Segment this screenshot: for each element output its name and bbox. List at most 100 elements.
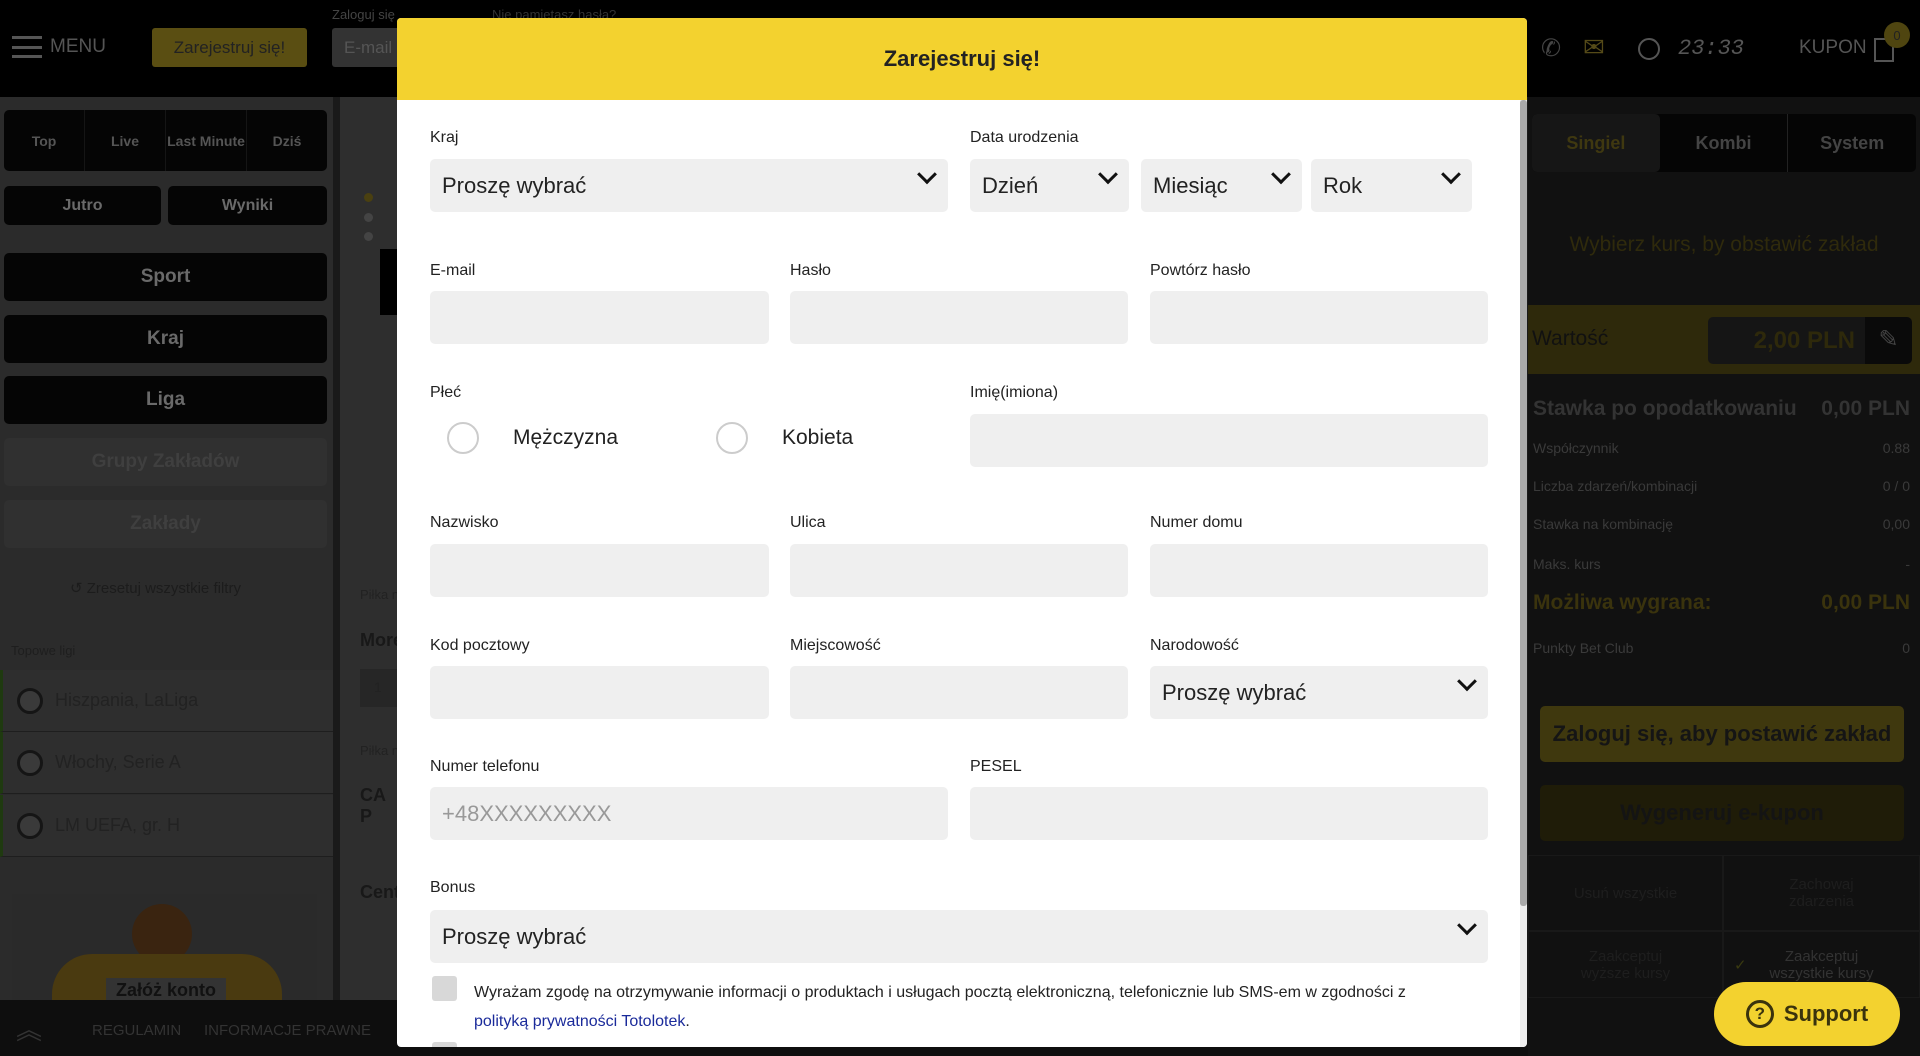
city-input[interactable] — [790, 666, 1128, 719]
privacy-policy-link[interactable]: polityką prywatności Totolotek — [474, 1013, 685, 1030]
possible-win-label: Możliwa wygrana: — [1533, 591, 1712, 614]
football-icon — [17, 749, 43, 776]
menu-icon[interactable] — [12, 36, 42, 58]
promo-banner[interactable]: Załóż konto — [12, 894, 317, 1003]
country-value: Proszę wybrać — [442, 172, 587, 198]
edit-stake-icon[interactable]: ✎ — [1865, 317, 1912, 364]
birth-day-value: Dzień — [982, 172, 1039, 198]
footer-link-legal[interactable]: INFORMACJE PRAWNE — [204, 1022, 371, 1039]
summary-row: Stawka na kombinację 0,00 — [1533, 516, 1910, 532]
filter-sport[interactable]: Sport — [4, 253, 327, 301]
last-name-input[interactable] — [430, 544, 769, 597]
odd-button[interactable]: 1 — [360, 669, 400, 707]
email-label: E-mail — [430, 262, 476, 279]
modal-scrollbar-thumb[interactable] — [1520, 100, 1527, 906]
nationality-select[interactable]: Proszę wybrać — [1150, 666, 1488, 719]
filter-country[interactable]: Kraj — [4, 315, 327, 363]
clock-time: 23:33 — [1678, 36, 1745, 61]
row-label: Stawka na kombinację — [1533, 516, 1674, 532]
keep-events-label: Zachowaj zdarzenia — [1788, 876, 1855, 910]
accept-all-label: Zaakceptuj wszystkie kursy — [1769, 947, 1874, 982]
first-name-input[interactable] — [970, 414, 1488, 467]
support-button[interactable]: ? Support — [1714, 982, 1900, 1046]
pesel-input[interactable] — [970, 787, 1488, 840]
tab-combi[interactable]: Kombi — [1660, 114, 1789, 172]
tab-live[interactable]: Live — [85, 110, 166, 171]
tab-system[interactable]: System — [1788, 114, 1916, 172]
phone-input[interactable]: +48XXXXXXXXX — [430, 787, 948, 840]
football-icon — [17, 687, 43, 714]
country-label: Kraj — [430, 129, 459, 146]
results-button[interactable]: Wyniki — [168, 186, 327, 225]
consent-checkbox[interactable] — [432, 976, 457, 1001]
password-repeat-input[interactable] — [1150, 291, 1488, 344]
chevron-down-icon — [1457, 671, 1477, 692]
sport-label: Piłka n — [360, 587, 400, 602]
second-consent-checkbox[interactable] — [432, 1042, 457, 1047]
sidebar-tabs: Top Live Last Minute Dziś — [4, 110, 327, 171]
accept-higher-odds-option[interactable]: Zaakceptuj wyższe kursy — [1528, 931, 1723, 998]
stake-input[interactable]: 2,00 PLN — [1708, 317, 1865, 364]
gender-female-label[interactable]: Kobieta — [782, 426, 853, 450]
event-name[interactable]: CA P — [360, 785, 400, 827]
reset-filters-link[interactable]: ↺ Zresetuj wszystkie filtry — [70, 579, 241, 597]
city-label: Miejscowość — [790, 637, 881, 654]
country-select[interactable]: Proszę wybrać — [430, 159, 948, 212]
email-input[interactable] — [430, 291, 769, 344]
street-label: Ulica — [790, 514, 826, 531]
birth-year-select[interactable]: Rok — [1311, 159, 1472, 212]
gender-male-radio[interactable] — [447, 422, 479, 454]
house-number-input[interactable] — [1150, 544, 1488, 597]
row-label: Maks. kurs — [1533, 556, 1601, 572]
row-label: Współczynnik — [1533, 440, 1619, 456]
summary-row: Współczynnik 0.88 — [1533, 440, 1910, 456]
filter-bets[interactable]: Zakłady — [4, 500, 327, 548]
tomorrow-button[interactable]: Jutro — [4, 186, 161, 225]
row-value: - — [1905, 556, 1910, 572]
stake-after-tax-label: Stawka po opodatkowaniu — [1533, 397, 1797, 420]
events-column: Piłka n More 1 Piłka n CA P Cent — [340, 97, 403, 1000]
clock-icon — [1638, 38, 1660, 60]
carousel-dot[interactable] — [364, 193, 373, 202]
phone-label: Numer telefonu — [430, 758, 540, 775]
birth-month-select[interactable]: Miesiąc — [1141, 159, 1302, 212]
league-label: Hiszpania, LaLiga — [55, 690, 199, 710]
league-item[interactable]: LM UEFA, gr. H — [0, 795, 333, 857]
birth-day-select[interactable]: Dzień — [970, 159, 1129, 212]
footer-link-regulations[interactable]: REGULAMIN — [92, 1022, 181, 1039]
tab-today[interactable]: Dziś — [247, 110, 327, 171]
postal-code-input[interactable] — [430, 666, 769, 719]
modal-scrollbar[interactable] — [1520, 100, 1527, 1047]
scroll-top-icon[interactable]: ︽ — [16, 1010, 42, 1047]
password-input[interactable] — [790, 291, 1128, 344]
mail-icon[interactable]: ✉ — [1583, 32, 1605, 63]
menu-label[interactable]: MENU — [50, 36, 106, 58]
coupon-count-badge: 0 — [1884, 22, 1910, 48]
remove-all-label: Usuń wszystkie — [1573, 884, 1678, 902]
carousel-dot[interactable] — [364, 213, 373, 222]
phone-icon[interactable]: ✆ — [1541, 34, 1561, 63]
remove-all-button[interactable]: Usuń wszystkie — [1528, 855, 1723, 931]
carousel-dot[interactable] — [364, 232, 373, 241]
stake-row: Wartość 2,00 PLN ✎ — [1528, 305, 1920, 374]
filter-bet-groups[interactable]: Grupy Zakładów — [4, 438, 327, 486]
gender-female-radio[interactable] — [716, 422, 748, 454]
tab-top[interactable]: Top — [4, 110, 85, 171]
street-input[interactable] — [790, 544, 1128, 597]
help-icon: ? — [1745, 1000, 1774, 1028]
league-item[interactable]: Hiszpania, LaLiga — [0, 670, 333, 732]
bonus-select[interactable]: Proszę wybrać — [430, 910, 1488, 963]
row-value: 0 / 0 — [1882, 478, 1910, 494]
tab-last-minute[interactable]: Last Minute — [166, 110, 247, 171]
register-button[interactable]: Zarejestruj się! — [152, 28, 307, 67]
top-leagues-title: Topowe ligi — [11, 643, 76, 658]
coupon-label[interactable]: KUPON — [1799, 37, 1867, 59]
gender-male-label[interactable]: Mężczyzna — [513, 426, 618, 450]
event-name[interactable]: Cent — [360, 882, 400, 903]
keep-events-button[interactable]: Zachowaj zdarzenia — [1723, 855, 1920, 931]
generate-ecoupon-button[interactable]: Wygeneruj e-kupon — [1540, 785, 1904, 841]
league-item[interactable]: Włochy, Serie A — [0, 732, 333, 794]
tab-single[interactable]: Singiel — [1532, 114, 1660, 172]
filter-league[interactable]: Liga — [4, 376, 327, 424]
login-to-bet-button[interactable]: Zaloguj się, aby postawić zakład — [1540, 706, 1904, 762]
